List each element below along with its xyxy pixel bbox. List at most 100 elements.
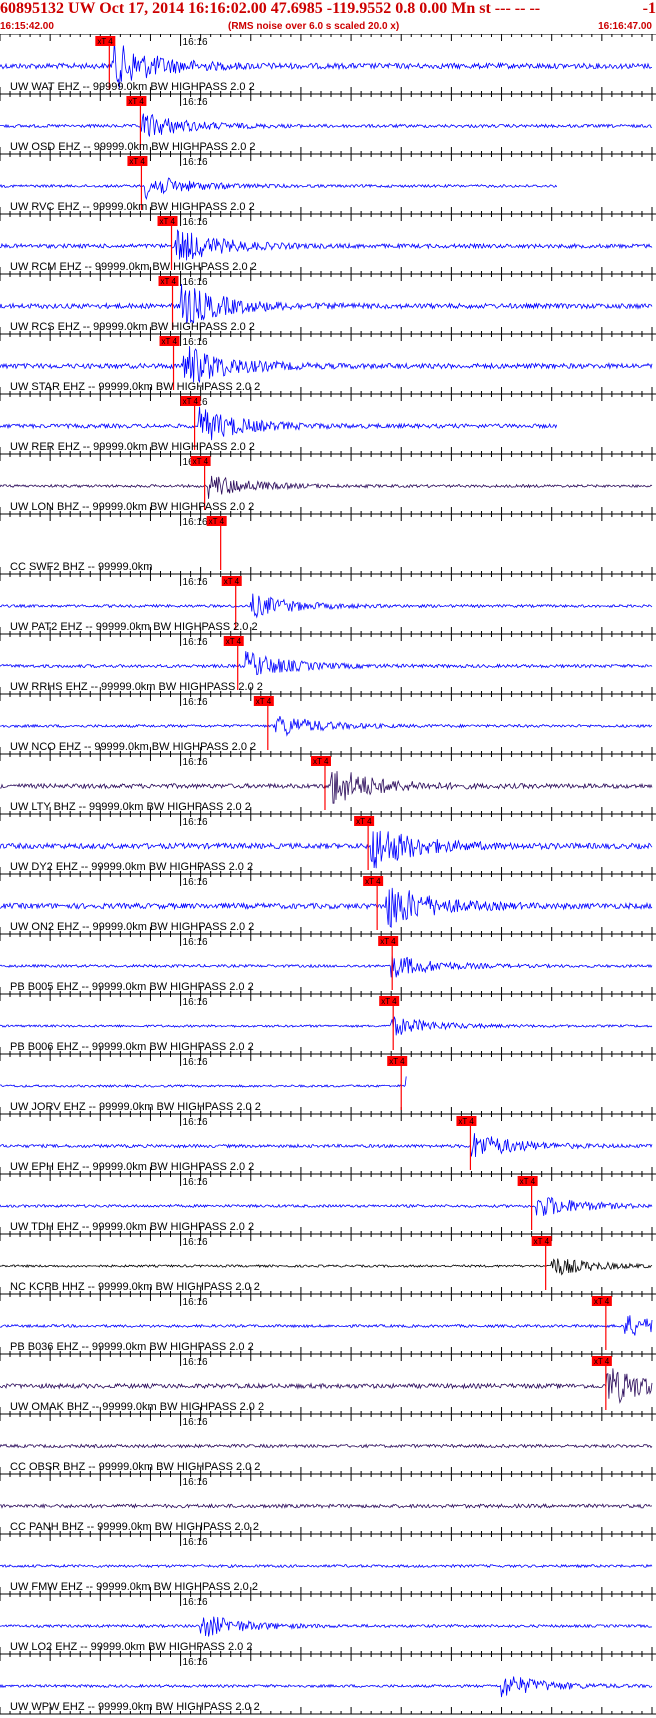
pick-label: xT 4 [381,997,397,1006]
station-label: UW PAT2 EHZ -- 99999.0km BW HIGHPASS 2.0… [10,621,258,633]
waveform-line [0,771,653,804]
minute-label: 16:16 [183,217,208,228]
pick-label: xT 4 [594,1297,610,1306]
pick-label: xT 4 [226,637,242,646]
pick-label: xT 4 [389,1057,405,1066]
minute-label: 16:16 [183,1537,208,1548]
pick-label: xT 4 [224,577,240,586]
waveform-line [0,1368,653,1404]
minute-label: 16:16 [183,637,208,648]
station-label: UW RCM EHZ -- 99999.0km BW HIGHPASS 2.0 … [10,261,257,273]
pick-label: xT 4 [520,1177,536,1186]
waveform-line [0,1315,653,1336]
waveform-line [0,1563,653,1569]
minute-label: 16:16 [183,157,208,168]
start-time: 16:15:42.00 [0,21,54,32]
waveform-line [0,1616,653,1637]
pick-label: xT 4 [128,97,144,106]
station-label: UW LTY BHZ -- 99999.0km BW HIGHPASS 2.0 … [10,801,251,813]
waveform-line [0,1676,653,1698]
station-label: UW EPH EHZ -- 99999.0km BW HIGHPASS 2.0 … [10,1161,254,1173]
pick-label: xT 4 [161,277,177,286]
waveform-line [0,1503,653,1510]
minute-label: 16:16 [183,277,208,288]
waveform-line [0,1443,653,1449]
waveform-line [0,346,653,384]
pick-label: xT 4 [97,37,113,46]
minute-label: 16:16 [183,757,208,768]
event-title: 60895132 UW Oct 17, 2014 16:16:02.00 47.… [0,0,541,17]
station-label: UW STAR EHZ -- 99999.0km BW HIGHPASS 2.0… [10,381,260,393]
waveform-line [0,1016,653,1036]
station-label: UW DY2 EHZ -- 99999.0km BW HIGHPASS 2.0 … [10,861,253,873]
station-label: CC SWF2 BHZ -- 99999.0km [10,561,152,573]
minute-label: 16:16 [183,937,208,948]
minute-label: 16:16 [183,997,208,1008]
minute-label: 16:16 [183,1297,208,1308]
minute-label: 16:16 [183,37,208,48]
waveform-line [0,177,558,201]
minute-label: 16:16 [183,97,208,108]
waveform-line [0,229,653,261]
minute-label: 16:16 [183,577,208,588]
station-label: PB B005 EHZ -- 99999.0km BW HIGHPASS 2.0… [10,981,254,993]
pick-label: xT 4 [193,457,209,466]
minute-label: 16:16 [183,1177,208,1188]
waveform-line [0,1196,653,1216]
minute-label: 16:16 [183,1117,208,1128]
station-label: PB B036 EHZ -- 99999.0km BW HIGHPASS 2.0… [10,1341,254,1353]
station-label: CC PANH BHZ -- 99999.0km BW HIGHPASS 2.0… [10,1521,259,1533]
pick-label: xT 4 [256,697,272,706]
waveform-line [0,715,653,737]
station-label: NC KCPB HHZ -- 99999.0km BW HIGHPASS 2.0… [10,1281,260,1293]
minute-label: 16:16 [183,1657,208,1668]
station-label: UW OSD EHZ -- 99999.0km BW HIGHPASS 2.0 … [10,141,256,153]
station-label: UW LO2 EHZ -- 99999.0km BW HIGHPASS 2.0 … [10,1641,252,1653]
pick-label: xT 4 [380,937,396,946]
waveform-line [0,956,653,978]
station-label: UW RVC EHZ -- 99999.0km BW HIGHPASS 2.0 … [10,201,255,213]
station-label: UW RER EHZ -- 99999.0km BW HIGHPASS 2.0 … [10,441,255,453]
minute-label: 16:16 [183,1417,208,1428]
minute-label: 16:16 [183,1597,208,1608]
end-time: 16:16:47.00 [598,21,652,32]
rms-note: (RMS noise over 6.0 s scaled 20.0 x) [228,21,400,32]
pick-label: xT 4 [594,1357,610,1366]
station-label: UW WAT EHZ -- 99999.0km BW HIGHPASS 2.0 … [10,81,255,93]
pick-label: xT 4 [365,877,381,886]
station-label: UW LON BHZ -- 99999.0km BW HIGHPASS 2.0 … [10,501,254,513]
waveform-line [0,651,653,676]
waveform-line [0,475,653,499]
station-label: UW ON2 EHZ -- 99999.0km BW HIGHPASS 2.0 … [10,921,254,933]
station-label: UW RCS EHZ -- 99999.0km BW HIGHPASS 2.0 … [10,321,255,333]
minute-label: 16:16 [183,1477,208,1488]
minute-label: 16:16 [183,337,208,348]
station-label: UW TDH EHZ -- 99999.0km BW HIGHPASS 2.0 … [10,1221,254,1233]
waveform-line [0,1133,653,1158]
minute-label: 16:16 [183,517,208,528]
station-label: UW NCO EHZ -- 99999.0km BW HIGHPASS 2.0 … [10,741,256,753]
station-label: PB B006 EHZ -- 99999.0km BW HIGHPASS 2.0… [10,1041,254,1053]
minute-label: 16:16 [183,1057,208,1068]
minute-label: 16:16 [183,817,208,828]
event-title-trailing: -1 [642,0,656,17]
pick-label: xT 4 [160,217,176,226]
station-label: UW FMW EHZ -- 99999.0km BW HIGHPASS 2.0 … [10,1581,258,1593]
plot-header: 60895132 UW Oct 17, 2014 16:16:02.00 47.… [0,0,656,34]
waveform-line [0,1076,407,1089]
waveform-line [0,1258,653,1276]
station-label: UW WPW EHZ -- 99999.0km BW HIGHPASS 2.0 … [10,1701,260,1713]
minute-label: 16:16 [183,1357,208,1368]
minute-label: 16:16 [183,1237,208,1248]
station-label: UW RRHS EHZ -- 99999.0km BW HIGHPASS 2.0… [10,681,263,693]
station-label: CC OBSR BHZ -- 99999.0km BW HIGHPASS 2.0… [10,1461,260,1473]
pick-label: xT 4 [183,397,199,406]
station-label: UW JORV EHZ -- 99999.0km BW HIGHPASS 2.0… [10,1101,261,1113]
waveform-line [0,593,653,619]
waveform-line [0,406,558,441]
seismogram-plot: 16:16xT 4UW WAT EHZ -- 99999.0km BW HIGH… [0,34,656,1715]
waveform-line [0,283,653,324]
waveform-line [0,113,653,137]
pick-label: xT 4 [209,517,225,526]
pick-label: xT 4 [534,1237,550,1246]
